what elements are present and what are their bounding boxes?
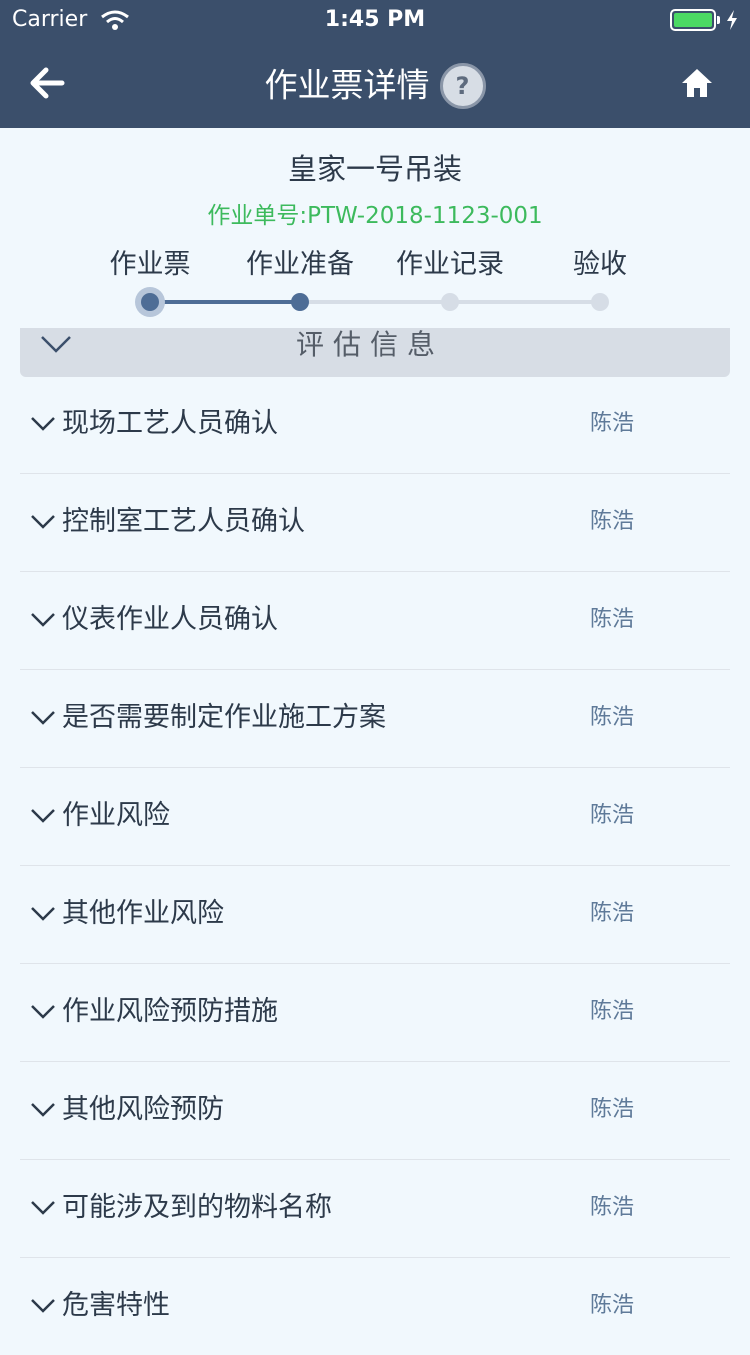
progress-steps: 作业票 作业准备 作业记录 验收 (0, 238, 750, 318)
list-item-person: 陈浩 (590, 803, 635, 828)
list-item-person: 陈浩 (590, 901, 635, 926)
page-title: 作业票详情 (264, 65, 430, 105)
charging-bolt-icon (727, 10, 737, 30)
step-dot-2 (291, 293, 309, 311)
step-dot-4 (591, 293, 609, 311)
list-item-person: 陈浩 (590, 411, 635, 436)
section-title: 评估信息 (295, 328, 444, 361)
list-item-person: 陈浩 (590, 999, 635, 1024)
list-item-label: 作业风险预防措施 (62, 996, 278, 1027)
header: Carrier 1:45 PM 作业票详情? (0, 0, 750, 128)
step-dot-1 (141, 293, 159, 311)
list-item[interactable]: 其他风险预防 陈浩 (20, 1062, 730, 1160)
list-item-person: 陈浩 (590, 1293, 635, 1318)
chevron-down-icon (31, 1103, 55, 1117)
step-dot-3 (441, 293, 459, 311)
list-item-person: 陈浩 (590, 1195, 635, 1220)
list-item-label: 可能涉及到的物料名称 (62, 1192, 332, 1223)
list-item-label: 仪表作业人员确认 (62, 604, 278, 635)
assessment-list: 现场工艺人员确认 陈浩 控制室工艺人员确认 陈浩 仪表作业人员确认 陈浩 是否需要制定作业施… (20, 376, 730, 1355)
list-item-label: 其他作业风险 (62, 898, 224, 929)
list-item[interactable]: 控制室工艺人员确认 陈浩 (20, 474, 730, 572)
ticket-number: 作业单号:PTW-2018-1123-001 (0, 196, 750, 230)
chevron-down-icon (31, 515, 55, 529)
chevron-down-icon (31, 711, 55, 725)
ticket-name: 皇家一号吊装 (287, 152, 462, 186)
list-item[interactable]: 作业风险预防措施 陈浩 (20, 964, 730, 1062)
list-item-label: 是否需要制定作业施工方案 (62, 702, 386, 733)
list-item[interactable]: 是否需要制定作业施工方案 陈浩 (20, 670, 730, 768)
step-label-3[interactable]: 作业记录 (375, 242, 525, 281)
list-item-label: 控制室工艺人员确认 (62, 506, 305, 537)
step-label-4[interactable]: 验收 (525, 242, 675, 281)
list-item-person: 陈浩 (590, 705, 635, 730)
list-item-person: 陈浩 (590, 1097, 635, 1122)
list-item-label: 现场工艺人员确认 (62, 408, 278, 439)
list-item-person: 陈浩 (590, 607, 635, 632)
list-item-person: 陈浩 (590, 509, 635, 534)
page-title-bar: 作业票详情? (0, 62, 750, 109)
chevron-down-icon (31, 1005, 55, 1019)
step-track-active (150, 300, 300, 304)
step-label-1[interactable]: 作业票 (75, 242, 225, 281)
chevron-down-icon (31, 907, 55, 921)
chevron-down-icon (31, 1299, 55, 1313)
home-icon[interactable] (680, 66, 714, 100)
help-button[interactable]: ? (439, 62, 486, 109)
list-item[interactable]: 现场工艺人员确认 陈浩 (20, 376, 730, 474)
battery-icon (670, 9, 716, 31)
list-item[interactable]: 作业风险 陈浩 (20, 768, 730, 866)
chevron-down-icon (31, 1201, 55, 1215)
list-item-label: 作业风险 (62, 800, 170, 831)
status-time: 1:45 PM (324, 7, 426, 32)
list-item-label: 危害特性 (62, 1290, 170, 1321)
chevron-down-icon (31, 809, 55, 823)
section-header-assessment[interactable]: 评估信息 (20, 328, 730, 377)
chevron-down-icon (31, 417, 55, 431)
list-item[interactable]: 危害特性 陈浩 (20, 1258, 730, 1355)
list-item[interactable]: 可能涉及到的物料名称 陈浩 (20, 1160, 730, 1258)
ticket-number-value: PTW-2018-1123-001 (307, 203, 543, 229)
ticket-number-label: 作业单号: (207, 203, 308, 229)
list-item-label: 其他风险预防 (62, 1094, 224, 1125)
status-bar: Carrier 1:45 PM (0, 0, 750, 40)
list-item[interactable]: 仪表作业人员确认 陈浩 (20, 572, 730, 670)
step-label-2[interactable]: 作业准备 (225, 242, 375, 281)
list-item[interactable]: 其他作业风险 陈浩 (20, 866, 730, 964)
chevron-down-icon (31, 613, 55, 627)
